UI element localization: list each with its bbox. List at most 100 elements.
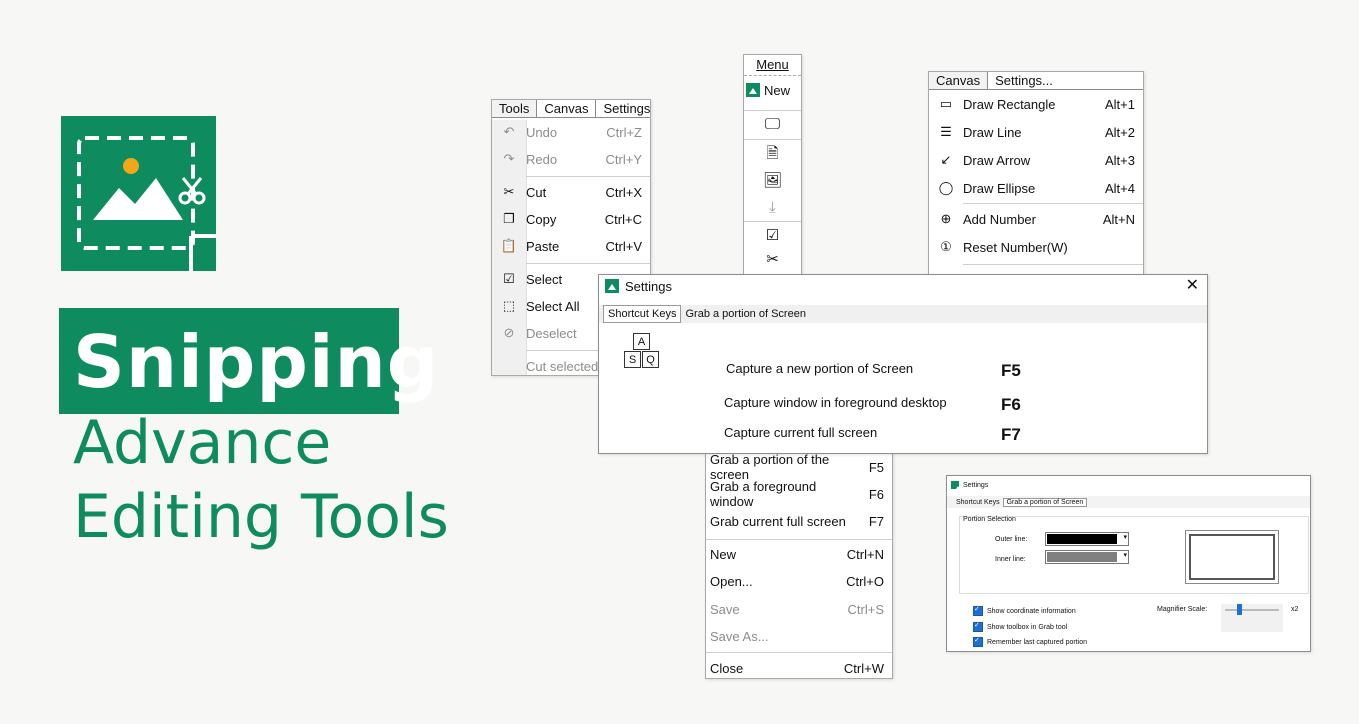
checkbox-label: Remember last captured portion [987, 638, 1087, 646]
menu-item-shortcut: Ctrl+Y [605, 151, 642, 167]
chevron-down-icon: ▾ [1123, 534, 1127, 541]
menu-item-cut[interactable]: ✂ Cut Ctrl+X [492, 179, 650, 205]
checkbox-show-toolbox[interactable]: Show toolbox in Grab tool [973, 621, 1067, 632]
menu-item-save[interactable]: Save Ctrl+S [706, 595, 892, 623]
menu-item-undo[interactable]: ↶ Undo Ctrl+Z [492, 119, 650, 145]
document-icon[interactable]: 🗎 [744, 140, 801, 167]
canvas-menu-window: Canvas Settings... ▭ Draw Rectangle Alt+… [928, 71, 1144, 278]
line-icon: ☰ [940, 124, 952, 139]
menu-item-shortcut: Ctrl+O [846, 573, 884, 589]
hero-subtitle-line1: Advance [73, 408, 332, 478]
menu-separator [526, 176, 650, 177]
shortcut-label-f6: Capture window in foreground desktop [724, 395, 947, 410]
checkbox-show-coordinate[interactable]: Show coordinate information [973, 605, 1076, 616]
select-icon: ☑ [503, 271, 515, 286]
shortcut-key-f6: F6 [1001, 395, 1021, 414]
menu-separator [963, 264, 1143, 265]
menu-item-label: Redo [526, 151, 558, 167]
app-icon [605, 279, 619, 293]
menu-item-copy[interactable]: ❐ Copy Ctrl+C [492, 206, 650, 232]
magnifier-label: Magnifier Scale: [1157, 606, 1208, 613]
menu-item-shortcut: Alt+4 [1105, 180, 1135, 196]
menu-item-draw-arrow[interactable]: ↙ Draw Arrow Alt+3 [929, 146, 1143, 174]
menu-item-shortcut: Ctrl+N [846, 546, 884, 562]
hero-subtitle-line2: Editing Tools [73, 482, 449, 552]
menu-item-redo[interactable]: ↷ Redo Ctrl+Y [492, 146, 650, 172]
checkbox-icon[interactable]: ☑ [744, 222, 801, 249]
rectangle-icon: ▭ [939, 96, 953, 111]
menu-item-shortcut: Alt+3 [1105, 152, 1135, 168]
tab-strip: Shortcut Keys Grab a portion of Screen [599, 305, 1207, 323]
menu-canvas[interactable]: Canvas [537, 100, 597, 117]
hero-title: Snipping [73, 320, 440, 404]
arrow-icon: ↙ [940, 152, 952, 167]
app-icon [951, 481, 962, 492]
menu-canvas[interactable]: Canvas [929, 72, 989, 89]
magnifier-slider[interactable] [1221, 604, 1283, 632]
menu-toolbar-title[interactable]: Menu [744, 55, 801, 76]
download-icon[interactable]: ⤓ [744, 194, 801, 221]
paste-icon: 📋 [500, 238, 518, 253]
undo-icon: ↶ [503, 124, 515, 139]
menu-item-shortcut: Alt+1 [1105, 96, 1135, 112]
inner-line-select[interactable]: ▾ [1045, 550, 1129, 564]
add-number-icon: ⊕ [940, 211, 952, 226]
slider-thumb[interactable] [1237, 604, 1242, 615]
portion-selection-label: Portion Selection [963, 516, 1016, 523]
outer-color-swatch [1047, 534, 1117, 544]
close-icon[interactable]: ✕ [1186, 275, 1199, 295]
menu-settings[interactable]: Settings... [596, 100, 650, 117]
menu-item-grab-portion[interactable]: Grab a portion of the screen F5 [706, 452, 892, 482]
menu-item-shortcut: Ctrl+Z [606, 124, 642, 140]
checkbox-checked-icon [973, 636, 983, 647]
menu-settings[interactable]: Settings... [988, 72, 1060, 89]
menu-item-label: Open... [710, 573, 753, 589]
menu-item-add-number[interactable]: ⊕ Add Number Alt+N [929, 205, 1143, 233]
preview-box [1185, 530, 1279, 584]
menu-separator [963, 203, 1143, 204]
monitor-icon[interactable]: 🖵 [744, 111, 801, 139]
keycap-q: Q [642, 351, 659, 368]
menu-item-draw-rectangle[interactable]: ▭ Draw Rectangle Alt+1 [929, 90, 1143, 118]
menu-item-close[interactable]: Close Ctrl+W [706, 654, 892, 678]
copy-icon: ❐ [503, 211, 515, 226]
menu-item-paste[interactable]: 📋 Paste Ctrl+V [492, 233, 650, 259]
menu-item-draw-ellipse[interactable]: ◯ Draw Ellipse Alt+4 [929, 174, 1143, 202]
menu-item-shortcut: Ctrl+X [605, 184, 642, 200]
menu-item-grab-full[interactable]: Grab current full screen F7 [706, 507, 892, 535]
magnifier-value: x2 [1291, 606, 1299, 613]
dialog-title: Settings [963, 481, 989, 489]
menu-item-reset-number[interactable]: ① Reset Number(W) [929, 233, 1143, 261]
select-all-icon: ⬚ [502, 298, 516, 313]
menu-item-label: Draw Arrow [963, 152, 1031, 168]
new-icon [746, 83, 760, 97]
menu-item-label: Save As... [710, 628, 769, 644]
menu-item-label: Draw Ellipse [963, 180, 1036, 196]
new-button[interactable]: New [744, 76, 801, 104]
tab-grab-portion[interactable]: Grab a portion of Screen [681, 305, 809, 323]
menu-item-save-as[interactable]: Save As... [706, 622, 892, 650]
menu-item-label: Reset Number(W) [963, 239, 1068, 255]
image-icon[interactable]: 🖼 [744, 167, 801, 194]
menu-item-new[interactable]: New Ctrl+N [706, 540, 892, 568]
menu-item-shortcut: Ctrl+C [604, 211, 642, 227]
outer-line-select[interactable]: ▾ [1045, 532, 1129, 546]
settings-small-titlebar: Settings [947, 476, 1310, 492]
tools-menubar: Tools Canvas Settings... [492, 100, 650, 118]
menu-item-label: Grab a portion of the screen [710, 452, 830, 482]
checkbox-remember-portion[interactable]: Remember last captured portion [973, 636, 1087, 647]
checkbox-label: Show coordinate information [987, 607, 1076, 615]
cut-icon[interactable]: ✂ [744, 249, 801, 271]
menu-item-shortcut: Ctrl+S [847, 601, 884, 617]
tab-shortcut-keys[interactable]: Shortcut Keys [603, 305, 682, 323]
menu-item-label: Copy [526, 211, 557, 227]
menu-item-shortcut: Alt+2 [1105, 124, 1135, 140]
menu-item-draw-line[interactable]: ☰ Draw Line Alt+2 [929, 118, 1143, 146]
menu-item-shortcut: Ctrl+V [605, 238, 642, 254]
tab-grab-portion[interactable]: Grab a portion of Screen [1002, 497, 1088, 507]
menu-item-open[interactable]: Open... Ctrl+O [706, 567, 892, 595]
shortcut-key-f7: F7 [1001, 425, 1021, 444]
menu-item-grab-foreground[interactable]: Grab a foreground window F6 [706, 479, 892, 509]
tab-shortcut-keys[interactable]: Shortcut Keys [953, 499, 1003, 506]
menu-tools[interactable]: Tools [492, 100, 538, 117]
